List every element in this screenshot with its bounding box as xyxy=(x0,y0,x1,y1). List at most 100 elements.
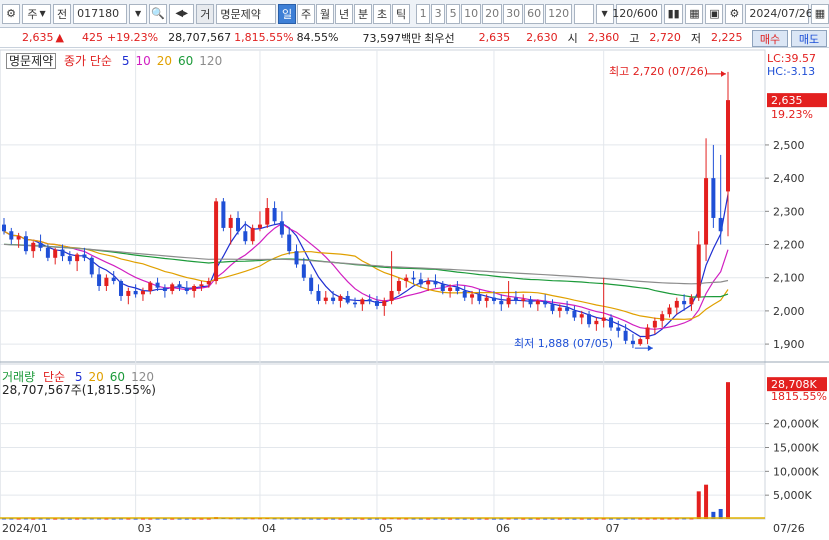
candle xyxy=(521,299,526,301)
candle xyxy=(448,287,453,291)
date-field[interactable]: 2024/07/26 xyxy=(745,3,813,24)
up-arrow-icon: ▲ xyxy=(55,31,64,44)
stock-name-tag[interactable]: 명문제약 xyxy=(6,53,57,69)
candle xyxy=(404,277,409,282)
period-tab[interactable]: 월 xyxy=(316,3,335,24)
type-select[interactable]: 전 xyxy=(53,3,72,24)
price-tick-label: 2,400 xyxy=(773,172,805,185)
candle xyxy=(513,297,518,301)
interval-tab[interactable]: 30 xyxy=(503,3,524,24)
candle xyxy=(294,251,299,265)
stock-chart[interactable]: 1,900 2,000 2,100 2,200 2,300 2,400 2,500 5,000… xyxy=(0,48,829,540)
low-note: 최저 1,888 (07/05) xyxy=(514,337,614,350)
candle xyxy=(616,327,621,331)
candle xyxy=(2,224,6,232)
candle xyxy=(162,287,167,291)
candle xyxy=(565,307,570,311)
count-field[interactable]: 120/600 xyxy=(612,3,662,24)
candle xyxy=(323,297,328,301)
candle xyxy=(711,178,716,218)
sell-button[interactable]: 매도 xyxy=(791,30,827,47)
candle xyxy=(345,295,350,303)
candle xyxy=(374,300,379,306)
settings-icon[interactable]: ⚙ xyxy=(2,3,20,24)
period-tab[interactable]: 일 xyxy=(278,3,297,24)
candle xyxy=(331,297,336,301)
indicator-icon[interactable]: ▮▮ xyxy=(663,3,684,24)
price-tick-label: 2,300 xyxy=(773,205,805,218)
ma-60-line xyxy=(3,243,729,298)
interval-tab[interactable]: 1 xyxy=(416,3,431,24)
price-ma-5: 5 xyxy=(121,54,130,68)
price-tick-label: 2,100 xyxy=(773,272,805,285)
candle xyxy=(528,299,533,305)
candle xyxy=(484,297,489,301)
candle xyxy=(170,284,175,291)
candle xyxy=(704,178,709,245)
period-tab[interactable]: 년 xyxy=(335,3,354,24)
stock-code-input[interactable]: 017180 xyxy=(73,3,128,24)
volume-tick-label: 5,000K xyxy=(773,489,812,502)
interval-tab[interactable]: 20 xyxy=(482,3,503,24)
candle xyxy=(126,290,131,296)
interval-tab[interactable]: 5 xyxy=(446,3,461,24)
candle xyxy=(119,281,124,296)
name-prefix: 거 xyxy=(196,3,215,24)
open-value: 2,360 xyxy=(587,31,620,44)
price-tick-label: 1,900 xyxy=(773,338,805,351)
high-label: 고 xyxy=(629,31,640,45)
change-percent: +19.23% xyxy=(106,31,159,44)
candle xyxy=(206,281,211,285)
gear-icon[interactable]: ⚙ xyxy=(725,3,744,24)
quote-line: 2,635 ▲ 425 +19.23% 28,707,567 1,815.55%… xyxy=(0,28,829,48)
volume-tick-label: 10,000K xyxy=(773,465,819,478)
candle xyxy=(382,300,387,306)
candle xyxy=(279,221,284,235)
volume-value: 28,707,567 xyxy=(168,31,232,44)
period-tab[interactable]: 초 xyxy=(373,3,392,24)
current-price-pct: 19.23% xyxy=(771,108,813,121)
volume-bar xyxy=(726,382,730,519)
candle xyxy=(89,257,94,275)
period-tab[interactable]: 분 xyxy=(354,3,373,24)
search-icon[interactable]: 🔍 xyxy=(149,3,168,24)
candle xyxy=(535,300,540,305)
ask-label: 최우선 xyxy=(424,31,455,45)
candle xyxy=(38,242,43,248)
period-tab[interactable]: 틱 xyxy=(392,3,411,24)
candle xyxy=(228,217,233,228)
buy-button[interactable]: 매수 xyxy=(752,30,788,47)
candle xyxy=(396,281,401,291)
grid-icon[interactable]: ▦ xyxy=(685,3,704,24)
interval-tab[interactable]: 10 xyxy=(461,3,482,24)
volume-tick-label: 20,000K xyxy=(773,418,819,431)
ask-value: 2,635 xyxy=(478,31,511,44)
speaker-icon[interactable]: ◀▸ xyxy=(169,3,195,24)
open-label: 시 xyxy=(567,31,578,45)
candle xyxy=(177,284,182,288)
candle xyxy=(696,244,701,298)
stock-name-field[interactable]: 명문제약 xyxy=(216,3,277,24)
candle xyxy=(221,201,226,228)
candle xyxy=(184,287,189,291)
interval-tab[interactable]: 60 xyxy=(524,3,545,24)
candle xyxy=(316,290,321,301)
volume-ratio: 1,815.55% xyxy=(234,31,294,44)
period-tab[interactable]: 주 xyxy=(297,3,316,24)
candle xyxy=(594,320,599,325)
candle xyxy=(23,236,28,252)
x-axis-label: 06 xyxy=(496,522,510,535)
code-dropdown-button[interactable]: ▼ xyxy=(129,3,148,24)
market-select[interactable]: 주 ▼ xyxy=(22,3,52,24)
candle xyxy=(455,287,460,291)
interval-tab[interactable]: 120 xyxy=(545,3,573,24)
candle xyxy=(506,297,511,305)
candle xyxy=(243,231,248,242)
candle xyxy=(53,249,58,258)
calendar-icon[interactable]: ▦ xyxy=(810,3,829,24)
count-dropdown-button[interactable]: ▼ xyxy=(595,3,614,24)
save-icon[interactable]: ▣ xyxy=(705,3,724,24)
candle xyxy=(272,208,277,222)
candle xyxy=(557,307,562,311)
interval-tab[interactable]: 3 xyxy=(431,3,446,24)
